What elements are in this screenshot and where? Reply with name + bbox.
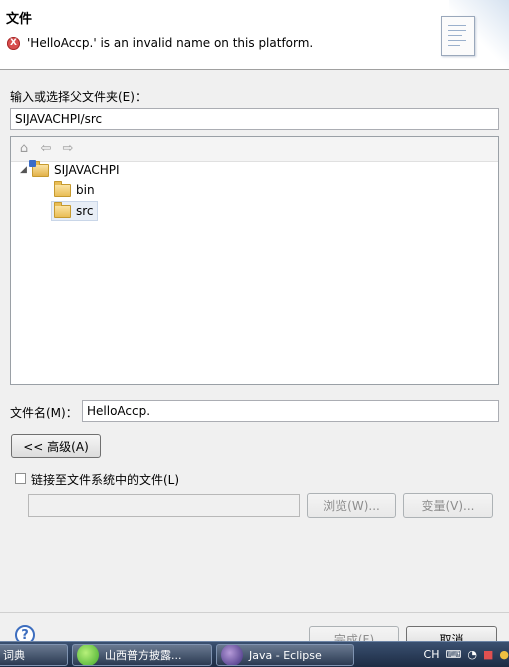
error-message: 'HelloAccp.' is an invalid name on this … [27,36,314,50]
link-path-input[interactable] [28,494,300,517]
forward-arrow-icon[interactable]: ⇨ [60,141,76,157]
error-message-row: X 'HelloAccp.' is an invalid name on thi… [7,36,313,50]
taskbar-item-label: Java - Eclipse [249,648,322,662]
folder-icon [54,180,71,197]
expand-triangle-icon[interactable]: ◢ [20,165,32,175]
tree-node-src[interactable]: src [51,201,98,221]
taskbar-item-label: 山西普方披露... [105,649,182,662]
taskbar-item-dictionary[interactable]: 词典 [0,644,68,666]
network-icon[interactable]: ◔ [467,648,477,661]
browse-button[interactable]: 浏览(W)... [307,493,396,518]
home-icon[interactable]: ⌂ [16,141,32,157]
security-icon[interactable]: ■ [483,648,493,661]
file-name-input[interactable]: HelloAccp. [82,400,499,422]
tree-node-label: SIJAVACHPI [54,163,120,177]
taskbar: 词典 山西普方披露... Java - Eclipse CH ⌨ ◔ ■ ● [0,641,509,667]
advanced-button[interactable]: << 高级(A) [11,434,101,458]
tree-node-label: src [76,204,94,218]
link-file-label: 链接至文件系统中的文件(L) [31,473,180,487]
keyboard-icon[interactable]: ⌨ [445,648,461,661]
taskbar-item-eclipse[interactable]: Java - Eclipse [216,644,354,666]
folder-tree[interactable]: ⌂ ⇦ ⇨ ◢ SIJAVACHPI bin src [10,136,499,385]
dialog-title: 文件 [6,12,33,27]
taskbar-item-label: 词典 [3,649,25,662]
parent-folder-input[interactable]: SIJAVACHPI/src [10,108,499,130]
input-language-indicator[interactable]: CH [424,648,440,661]
folder-icon [54,201,71,218]
tree-node-bin[interactable]: bin [54,180,95,199]
update-icon[interactable]: ● [499,648,509,661]
system-tray: CH ⌨ ◔ ■ ● [418,642,509,667]
back-arrow-icon[interactable]: ⇦ [38,141,54,157]
eclipse-icon [221,645,243,665]
link-file-checkbox[interactable] [15,473,26,484]
project-folder-icon [29,159,49,177]
variables-button[interactable]: 变量(V)... [403,493,493,518]
new-file-document-icon [441,16,475,56]
tree-node-label: bin [76,183,95,197]
tree-toolbar: ⌂ ⇦ ⇨ [11,137,498,162]
tree-node-project[interactable]: ◢ SIJAVACHPI [20,159,120,179]
parent-folder-label: 输入或选择父文件夹(E)： [10,90,147,104]
browser-icon [77,645,99,665]
dialog-header: 文件 X 'HelloAccp.' is an invalid name on … [0,0,509,70]
error-icon: X [7,36,20,50]
file-name-label: 文件名(M)： [10,406,78,420]
taskbar-item-browser[interactable]: 山西普方披露... [72,644,212,666]
footer-separator [0,612,509,613]
